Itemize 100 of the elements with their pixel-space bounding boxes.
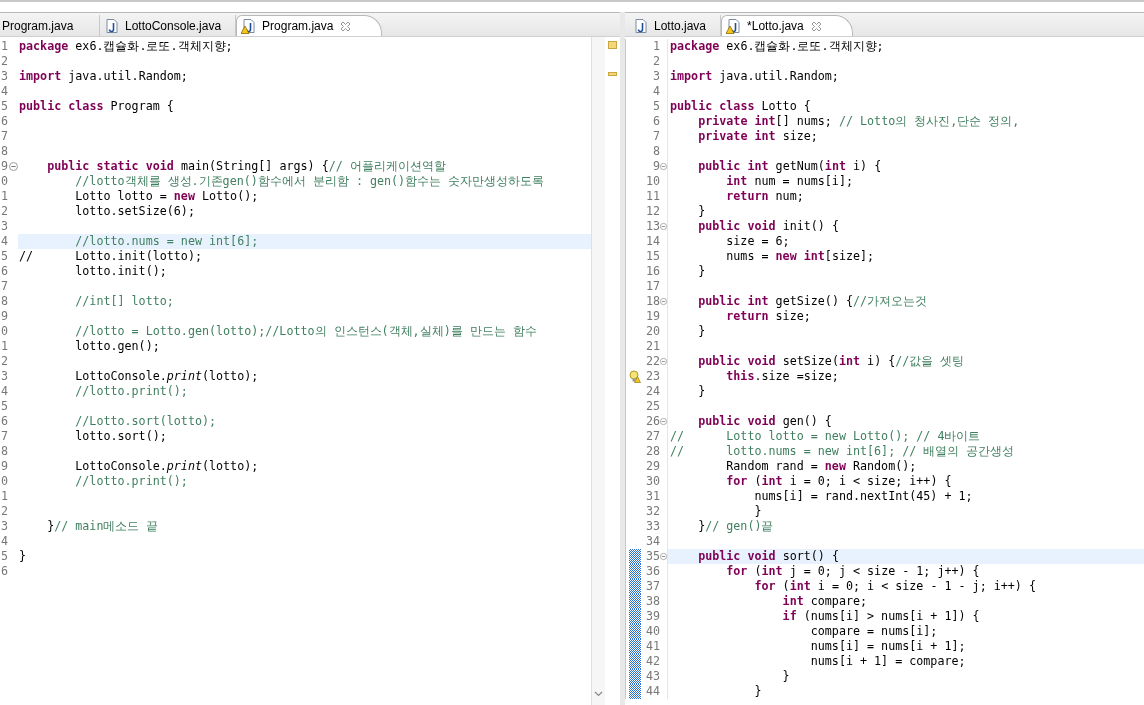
line-number: 10 <box>644 174 660 189</box>
line-number: 2 <box>0 354 8 369</box>
line-number: 3 <box>0 369 8 384</box>
line-number: 17 <box>644 279 660 294</box>
editor-tab[interactable]: Lotto.java <box>629 15 722 36</box>
code-line: Random rand = new Random(); <box>725 459 918 474</box>
code-line: nums = new int[size]; <box>725 249 876 264</box>
line-number: 28 <box>644 444 660 459</box>
line-number: 14 <box>644 234 660 249</box>
code-line: compare = nums[i]; <box>809 624 939 639</box>
line-number: 6 <box>0 264 8 279</box>
code-line: // lotto.nums = new int[6]; // 배열의 공간생성 <box>669 444 1016 459</box>
code-line: private int size; <box>697 129 819 144</box>
code-line: for (int j = 0; j < size - 1; j++) { <box>725 564 981 579</box>
code-line: LottoConsole.print(lotto); <box>74 369 260 384</box>
code-line: Lotto lotto = new Lotto(); <box>74 189 260 204</box>
editor-tab[interactable]: Program.java <box>236 15 383 36</box>
line-number: 3 <box>0 519 8 534</box>
line-number: 36 <box>644 564 660 579</box>
line-number: 31 <box>644 489 660 504</box>
editor-tab[interactable]: *Lotto.java <box>721 15 853 36</box>
line-number: 7 <box>0 279 8 294</box>
code-line: nums[i] = rand.nextInt(45) + 1; <box>753 489 974 504</box>
line-number: 20 <box>644 324 660 339</box>
code-line: } <box>753 684 763 699</box>
close-icon[interactable] <box>340 20 352 32</box>
line-number: 38 <box>644 594 660 609</box>
line-number: 43 <box>644 669 660 684</box>
code-line: lotto.setSize(6); <box>74 204 196 219</box>
line-number: 19 <box>644 309 660 324</box>
line-number: 6 <box>651 114 660 129</box>
line-number: 11 <box>644 189 660 204</box>
code-line: public int getNum(int i) { <box>697 159 883 174</box>
scrollbar[interactable] <box>591 37 605 705</box>
overview-marker[interactable] <box>608 72 617 76</box>
line-number: 5 <box>0 399 8 414</box>
line-number: 2 <box>0 204 8 219</box>
line-number: 6 <box>0 414 8 429</box>
line-number: 3 <box>651 69 660 84</box>
editor-tab[interactable]: Program.java <box>0 15 100 36</box>
lightbulb-warning-icon[interactable] <box>629 370 641 383</box>
code-line: public class Program { <box>18 99 175 114</box>
code-line: import java.util.Random; <box>669 69 840 84</box>
code-line: this.size =size; <box>725 369 840 384</box>
collapse-icon[interactable] <box>660 552 667 561</box>
scroll-down-icon[interactable] <box>594 691 603 697</box>
code-line: package ex6.캡슐화.로또.객체지향; <box>669 39 885 54</box>
code-line: public class Lotto { <box>669 99 812 114</box>
line-number: 4 <box>0 234 8 249</box>
editor-tab[interactable]: LottoConsole.java <box>100 15 237 36</box>
line-number: 2 <box>0 54 8 69</box>
code-line: } <box>697 384 707 399</box>
collapse-icon[interactable] <box>660 222 667 231</box>
code-line: package ex6.캡슐화.로또.객체지향; <box>18 39 234 54</box>
line-number: 15 <box>644 249 660 264</box>
line-number: 37 <box>644 579 660 594</box>
code-line: lotto.sort(); <box>74 429 168 444</box>
line-number: 33 <box>644 519 660 534</box>
line-number: 9 <box>651 159 660 174</box>
collapse-icon[interactable] <box>660 357 667 366</box>
close-icon[interactable] <box>810 20 822 32</box>
code-line: public int getSize() {//가져오는것 <box>697 294 929 309</box>
line-number: 1 <box>651 39 660 54</box>
code-line: int num = nums[i]; <box>725 174 854 189</box>
line-number: 13 <box>644 219 660 234</box>
line-number: 2 <box>651 54 660 69</box>
overview-marker[interactable] <box>608 41 617 49</box>
line-number: 4 <box>0 534 8 549</box>
code-line: } <box>697 204 707 219</box>
line-number: 22 <box>644 354 660 369</box>
line-number: 1 <box>0 189 8 204</box>
line-number: 4 <box>0 384 8 399</box>
code-line: return num; <box>725 189 805 204</box>
line-number: 41 <box>644 639 660 654</box>
line-number: 42 <box>644 654 660 669</box>
line-number: 25 <box>644 399 660 414</box>
collapse-icon[interactable] <box>660 162 667 171</box>
code-line: public void setSize(int i) {//값을 셋팅 <box>697 354 966 369</box>
code-line: nums[i] = nums[i + 1]; <box>809 639 967 654</box>
line-number: 8 <box>0 444 8 459</box>
line-number: 7 <box>0 129 8 144</box>
code-line: } <box>18 549 28 564</box>
collapse-icon[interactable] <box>660 417 667 426</box>
line-number: 26 <box>644 414 660 429</box>
line-number: 44 <box>644 684 660 699</box>
collapse-icon[interactable] <box>8 162 18 171</box>
code-line: int compare; <box>781 594 869 609</box>
line-number: 39 <box>644 609 660 624</box>
line-number: 32 <box>644 504 660 519</box>
code-line: lotto.init(); <box>74 264 168 279</box>
line-number: 5 <box>0 249 8 264</box>
line-number: 6 <box>0 564 8 579</box>
code-line: size = 6; <box>725 234 791 249</box>
line-number: 3 <box>0 69 8 84</box>
code-line: //lotto = Lotto.gen(lotto);//Lotto의 인스턴스(객체,실체)를 만드는 함수 <box>74 324 538 339</box>
code-line: // Lotto.init(lotto); <box>18 249 203 264</box>
line-number: 1 <box>0 39 8 54</box>
code-line: lotto.gen(); <box>74 339 161 354</box>
line-number: 3 <box>0 219 8 234</box>
collapse-icon[interactable] <box>660 297 667 306</box>
